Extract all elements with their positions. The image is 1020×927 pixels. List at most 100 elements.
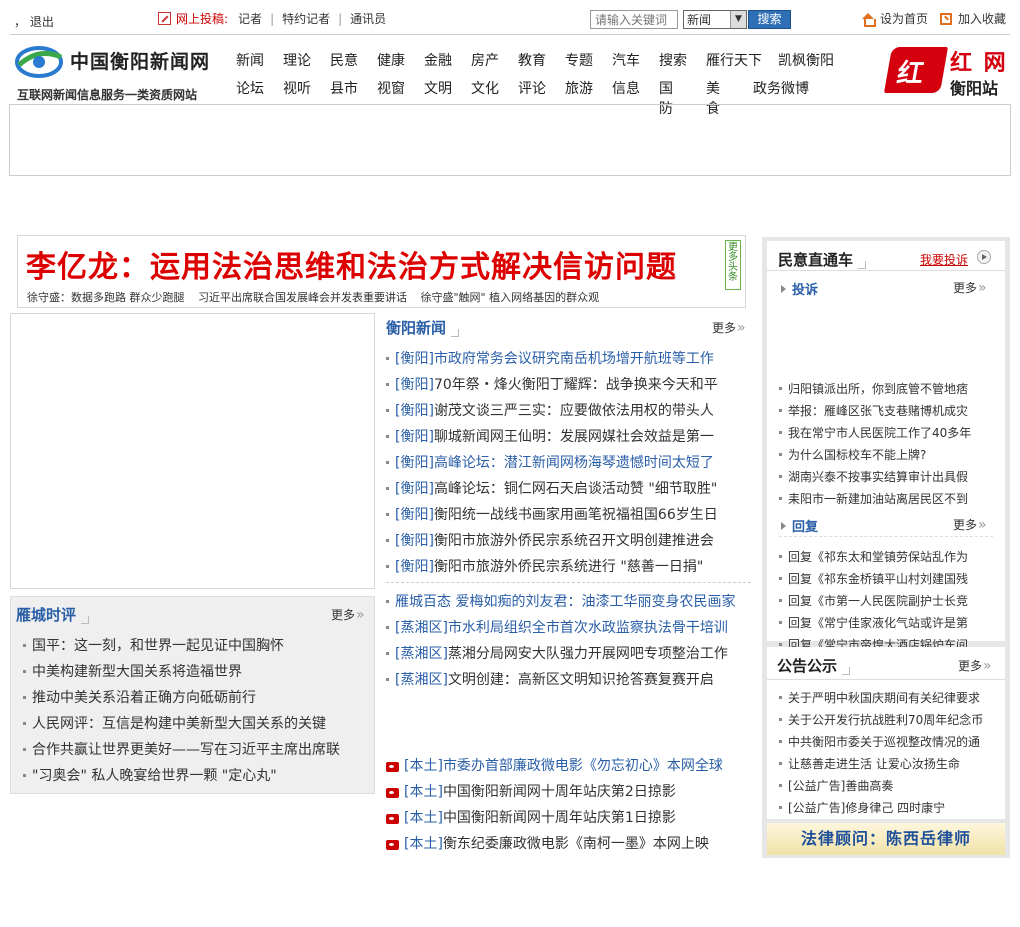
list-item[interactable]: 我在常宁市人民医院工作了40多年 xyxy=(779,421,993,443)
list-item[interactable]: 回复《祁东太和堂镇劳保站乱作为 xyxy=(779,545,993,567)
headline-title[interactable]: 李亿龙：运用法治思维和法治方式解决信访问题 xyxy=(26,242,677,286)
news-item[interactable]: [衡阳] 高峰论坛：潜江新闻网杨海琴遗憾时间太短了 xyxy=(386,449,750,475)
nav-search[interactable]: 搜索 xyxy=(659,50,706,70)
news-item[interactable]: [衡阳] 聊城新闻网王仙明：发展网媒社会效益是第一 xyxy=(386,423,750,449)
news-item-tag: [本土] xyxy=(404,784,443,800)
replies-more-link[interactable]: 更多 xyxy=(953,516,987,533)
list-item[interactable]: 国平：这一刻，和世界一起见证中国胸怀 xyxy=(23,632,368,658)
county-news-list: 雁城百态 爱梅如痴的刘友君：油漆工华丽变身农民画家 [蒸湘区] 市水利局组织全市首次… xyxy=(386,588,750,692)
news-item[interactable]: [衡阳] 谢茂文谈三严三实：应要做依法用权的带头人 xyxy=(386,397,750,423)
photo-slideshow[interactable] xyxy=(10,313,375,589)
list-item[interactable]: 湖南兴泰不按事实结算审计出具假 xyxy=(779,465,993,487)
legal-advisor-banner[interactable]: 法律顾问：陈西岳律师 xyxy=(767,823,1005,855)
nav-finance[interactable]: 金融 xyxy=(424,50,471,70)
nav-kaifeng[interactable]: 凯枫衡阳 xyxy=(778,50,850,70)
nav-education[interactable]: 教育 xyxy=(518,50,565,70)
list-item[interactable]: 回复《常宁佳家液化气站或许是第 xyxy=(779,611,993,633)
nav-realestate[interactable]: 房产 xyxy=(471,50,518,70)
search-category-select[interactable]: 新闻 ▼ xyxy=(683,10,747,29)
list-item[interactable]: 为什么国标校车不能上牌? xyxy=(779,443,993,465)
nav-auto[interactable]: 汽车 xyxy=(612,50,659,70)
news-item[interactable]: [本土] 中国衡阳新闻网十周年站庆第2日掠影 xyxy=(386,778,750,804)
divider xyxy=(767,270,1005,271)
list-item[interactable]: 让慈善走进生活 让爱心汝扬生命 xyxy=(779,752,993,774)
replies-heading[interactable]: 回复 xyxy=(781,516,818,535)
news-item[interactable]: [蒸湘区] 文明创建：高新区文明知识抢答赛复赛开启 xyxy=(386,666,750,692)
news-item-tag: [本土] xyxy=(404,758,443,774)
site-logo[interactable]: 中国衡阳新闻网 互联网新闻信息服务一类资质网站 xyxy=(15,41,215,102)
news-item[interactable]: [衡阳] 衡阳市旅游外侨民宗系统进行 "慈善一日捐" xyxy=(386,553,750,579)
nav-opinion[interactable]: 民意 xyxy=(330,50,377,70)
news-item[interactable]: [衡阳] 衡阳统一战线书画家用画笔祝福祖国66岁生日 xyxy=(386,501,750,527)
list-item[interactable]: [公益广告]善曲高奏 xyxy=(779,774,993,796)
hengyang-news-title: 衡阳新闻 xyxy=(386,317,460,338)
list-item[interactable]: 关于严明中秋国庆期间有关纪律要求 xyxy=(779,686,993,708)
video-camera-icon xyxy=(386,762,399,772)
submit-special-reporter-link[interactable]: 特约记者 xyxy=(282,10,330,27)
headline-sub-link[interactable]: 徐守盛"触网" 植入网络基因的群众观 xyxy=(421,291,600,304)
logo-slogan: 互联网新闻信息服务一类资质网站 xyxy=(17,88,198,102)
news-item-title: 衡阳统一战线书画家用画笔祝福祖国66岁生日 xyxy=(433,507,718,523)
news-item[interactable]: [衡阳] 衡阳市旅游外侨民宗系统召开文明创建推进会 xyxy=(386,527,750,553)
bookmark-icon xyxy=(940,12,952,25)
list-item[interactable]: "习奥会" 私人晚宴给世界一颗 "定心丸" xyxy=(23,762,368,788)
news-item[interactable]: [衡阳] 70年祭・烽火衡阳丁耀辉：战争换来今天和平 xyxy=(386,371,750,397)
bullet-icon xyxy=(386,512,389,516)
nav-health[interactable]: 健康 xyxy=(377,50,424,70)
bullet-icon xyxy=(386,486,389,490)
more-headlines-button[interactable]: 更多头条 xyxy=(725,240,741,290)
list-item[interactable]: 合作共赢让世界更美好——写在习近平主席出席联 xyxy=(23,736,368,762)
headline-box: 李亿龙：运用法治思维和法治方式解决信访问题 徐守盛：数据多跑路 群众少跑腿 习近… xyxy=(17,235,746,308)
news-item[interactable]: [衡阳] 市政府常务会议研究南岳机场增开航班等工作 xyxy=(386,345,750,371)
list-item[interactable]: 中共衡阳市委关于巡视整改情况的通 xyxy=(779,730,993,752)
add-favorite-link[interactable]: 加入收藏 xyxy=(940,10,1006,27)
complain-link[interactable]: 我要投诉 xyxy=(920,251,968,268)
list-item[interactable]: 推动中美关系沿着正确方向砥砺前行 xyxy=(23,684,368,710)
news-item[interactable]: [本土] 衡东纪委廉政微电影《南柯一墨》本网上映 xyxy=(386,830,750,856)
list-item[interactable]: 归阳镇派出所，你到底管不管地痞 xyxy=(779,377,993,399)
news-item-tag: [衡阳] xyxy=(395,481,434,497)
nav-news[interactable]: 新闻 xyxy=(236,50,283,70)
list-item[interactable]: 回复《市第一人民医院副护士长竞 xyxy=(779,589,993,611)
public-opinion-panel: 民意直通车 我要投诉 投诉 更多 归阳镇派出所，你到底管不管地痞 举报：雁峰区张… xyxy=(767,241,1005,652)
nav-theory[interactable]: 理论 xyxy=(283,50,330,70)
divider: | xyxy=(270,11,275,26)
list-item[interactable]: 举报：雁峰区张飞支巷赌博机成灾 xyxy=(779,399,993,421)
news-item[interactable]: [蒸湘区] 市水利局组织全市首次水政监察执法骨干培训 xyxy=(386,614,750,640)
news-item[interactable]: [蒸湘区] 蒸湘分局网安大队强力开展网吧专项整治工作 xyxy=(386,640,750,666)
commentary-more-link[interactable]: 更多 xyxy=(331,606,365,623)
submit-correspondent-link[interactable]: 通讯员 xyxy=(350,10,386,27)
search-button[interactable]: 搜索 xyxy=(748,10,791,29)
announcements-more-link[interactable]: 更多 xyxy=(958,657,992,674)
arrow-right-icon[interactable] xyxy=(977,250,991,264)
list-item[interactable]: 耒阳市一新建加油站离居民区不到 xyxy=(779,487,993,509)
news-item-tag: [蒸湘区] xyxy=(395,646,448,662)
complaints-more-link[interactable]: 更多 xyxy=(953,279,987,296)
nav-topics[interactable]: 专题 xyxy=(565,50,612,70)
rednet-logo[interactable]: 红 红 网 衡阳站 xyxy=(883,45,1010,99)
list-item[interactable]: 中美构建新型大国关系将造福世界 xyxy=(23,658,368,684)
news-item[interactable]: [本土] 市委办首部廉政微电影《勿忘初心》本网全球 xyxy=(386,752,750,778)
public-opinion-title: 民意直通车 xyxy=(778,249,867,270)
search-input[interactable] xyxy=(590,10,678,29)
news-item[interactable]: [本土] 中国衡阳新闻网十周年站庆第1日掠影 xyxy=(386,804,750,830)
list-item[interactable]: [公益广告]修身律己 四时康宁 xyxy=(779,796,993,818)
news-item[interactable]: [衡阳] 高峰论坛：铜仁网石天启谈活动赞 "细节取胜" xyxy=(386,475,750,501)
hengyang-news-list: [衡阳] 市政府常务会议研究南岳机场增开航班等工作 [衡阳] 70年祭・烽火衡阳丁耀辉… xyxy=(386,345,750,579)
headline-sub-link[interactable]: 习近平出席联合国发展峰会并发表重要讲话 xyxy=(198,291,407,304)
complaints-heading[interactable]: 投诉 xyxy=(781,279,818,298)
list-item[interactable]: 关于公开发行抗战胜利70周年纪念币 xyxy=(779,708,993,730)
list-item[interactable]: 人民网评：互信是构建中美新型大国关系的关键 xyxy=(23,710,368,736)
set-home-link[interactable]: 设为首页 xyxy=(862,10,928,27)
logout-link[interactable]: ， 退出 xyxy=(14,13,54,30)
site-header: 中国衡阳新闻网 互联网新闻信息服务一类资质网站 新闻 理论 民意 健康 金融 房… xyxy=(10,34,1010,117)
list-item[interactable]: 回复《祁东金桥镇平山村刘建国残 xyxy=(779,567,993,589)
news-item[interactable]: 雁城百态 爱梅如痴的刘友君：油漆工华丽变身农民画家 xyxy=(386,588,750,614)
headline-sub-link[interactable]: 徐守盛：数据多跑路 群众少跑腿 xyxy=(27,291,185,304)
complaints-list: 归阳镇派出所，你到底管不管地痞 举报：雁峰区张飞支巷赌博机成灾 我在常宁市人民医… xyxy=(779,377,993,509)
news-item-title: 市委办首部廉政微电影《勿忘初心》本网全球 xyxy=(442,758,723,774)
nav-yanxing[interactable]: 雁行天下 xyxy=(706,50,778,70)
hengyang-news-more-link[interactable]: 更多 xyxy=(712,319,746,336)
submit-reporter-link[interactable]: 记者 xyxy=(238,10,262,27)
news-item-tag: [蒸湘区] xyxy=(395,620,448,636)
